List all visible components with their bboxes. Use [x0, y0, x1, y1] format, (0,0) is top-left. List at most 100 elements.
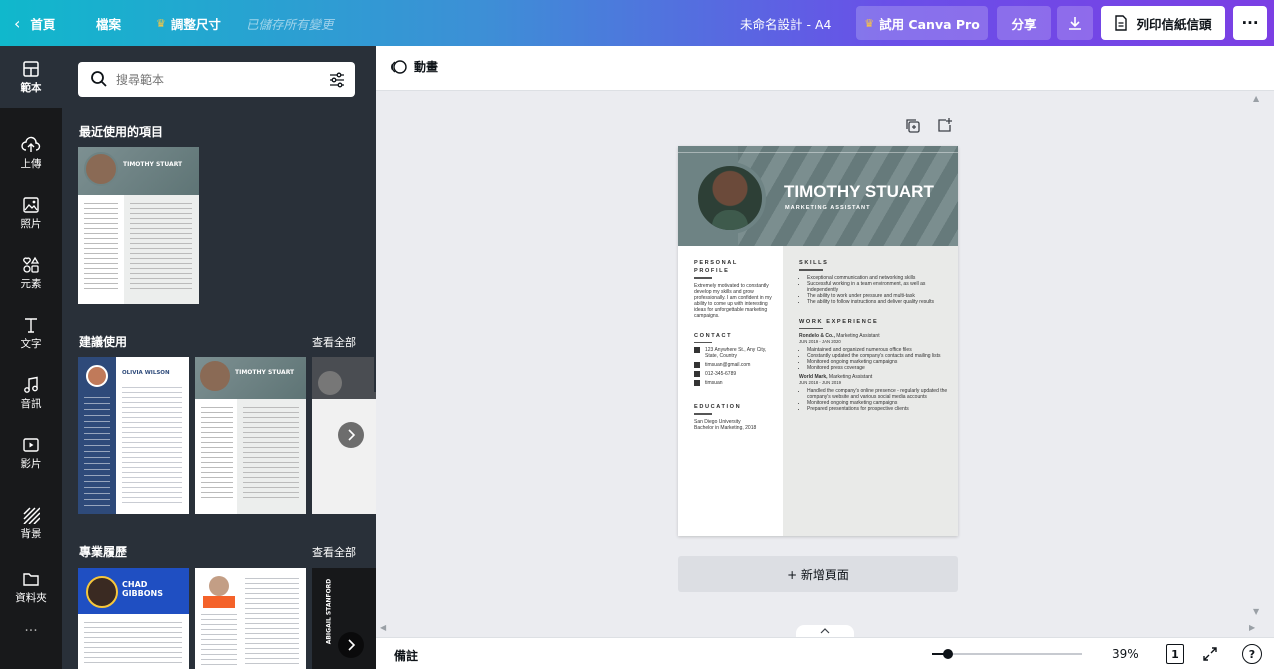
job-bullets: Handled the company's online presence - … — [799, 388, 949, 412]
home-button[interactable]: ‹ 首頁 — [14, 0, 55, 46]
animate-button[interactable]: 動畫 — [390, 58, 438, 75]
avatar-body — [712, 210, 748, 230]
contact-address: 123 Anywhere St., Any City, State, Count… — [694, 347, 776, 359]
fullscreen-icon[interactable] — [1202, 646, 1218, 662]
crown-icon: ♛ — [156, 16, 166, 30]
resume-page[interactable]: TIMOTHY STUART MARKETING ASSISTANT PERSO… — [678, 146, 958, 536]
thumb-lines — [130, 203, 192, 293]
duplicate-page-icon[interactable] — [905, 118, 921, 134]
help-icon: ? — [1248, 647, 1256, 661]
rail-label: 音訊 — [20, 397, 42, 410]
expand-notes-tab[interactable] — [796, 625, 854, 637]
profile-heading-2: PROFILE — [694, 268, 730, 274]
contact-linkedin: timsuan — [694, 380, 776, 386]
zoom-value[interactable]: 39% — [1112, 647, 1139, 661]
pro-see-all[interactable]: 查看全部 — [312, 544, 356, 560]
scroll-right-arrow[interactable]: ▶ — [1249, 623, 1255, 632]
page-count-button[interactable]: 1 — [1166, 644, 1184, 664]
download-button[interactable] — [1057, 6, 1093, 40]
thumb-name: OLIVIA WILSON — [122, 370, 170, 376]
linkedin-icon — [694, 380, 700, 386]
heading-underline — [694, 341, 712, 343]
top-bar: ‹ 首頁 檔案 ♛ 調整尺寸 已儲存所有變更 未命名設計 - A4 ♛ 試用 C… — [0, 0, 1274, 46]
heading-underline — [694, 277, 712, 279]
more-options-button[interactable]: ··· — [1233, 6, 1267, 40]
skill-item: The ability to follow instructions and d… — [807, 299, 949, 305]
help-button[interactable]: ? — [1242, 644, 1262, 664]
avatar — [86, 576, 118, 608]
contact-heading: CONTACT — [694, 332, 733, 339]
try-pro-button[interactable]: ♛ 試用 Canva Pro — [856, 6, 988, 40]
rail-label: 文字 — [20, 337, 42, 350]
scroll-down-arrow[interactable]: ▼ — [1253, 607, 1259, 616]
template-thumb-chad[interactable]: CHAD GIBBONS — [78, 568, 189, 669]
document-title[interactable]: 未命名設計 - A4 — [740, 0, 831, 46]
home-label: 首頁 — [30, 16, 56, 32]
job-bullets: Maintained and organized numerous office… — [799, 347, 949, 371]
thumb-lines — [201, 407, 233, 502]
suggested-next-button[interactable] — [338, 422, 364, 448]
notes-button[interactable]: 備註 — [394, 647, 418, 664]
contact-phone: 012-345-6789 — [694, 371, 776, 377]
rail-item-audio[interactable]: 音訊 — [0, 362, 62, 424]
resume-right-content: SKILLS Exceptional communication and net… — [799, 260, 949, 412]
elements-icon — [23, 256, 40, 273]
avatar — [318, 371, 342, 395]
suggested-see-all[interactable]: 查看全部 — [312, 334, 356, 350]
print-letterhead-button[interactable]: 列印信紙信頭 — [1101, 6, 1225, 40]
scroll-left-arrow[interactable]: ◀ — [380, 623, 386, 632]
vertical-scrollbar[interactable] — [1264, 91, 1274, 625]
add-page-button[interactable]: + 新增頁面 — [678, 556, 958, 592]
recent-template-thumb[interactable]: TIMOTHY STUART — [78, 147, 199, 304]
search-input[interactable] — [116, 69, 316, 91]
work-heading: WORK EXPERIENCE — [799, 318, 879, 325]
rail-item-photos[interactable]: 照片 — [0, 182, 62, 244]
rail-more-button[interactable]: ··· — [0, 616, 62, 646]
chevron-right-icon — [348, 429, 356, 441]
search-box[interactable] — [78, 62, 355, 97]
pro-next-button[interactable] — [338, 632, 364, 658]
thumb-lines — [84, 203, 118, 293]
print-label: 列印信紙信頭 — [1136, 16, 1212, 32]
rail-item-elements[interactable]: 元素 — [0, 242, 62, 304]
linkedin-text: timsuan — [705, 380, 723, 386]
rail-item-video[interactable]: 影片 — [0, 422, 62, 484]
upload-icon — [21, 136, 41, 152]
zoom-slider[interactable] — [932, 649, 1082, 659]
skills-heading: SKILLS — [799, 260, 829, 266]
rail-label: 影片 — [20, 457, 42, 470]
share-button[interactable]: 分享 — [997, 6, 1051, 40]
rail-label: 資料夾 — [15, 591, 47, 604]
rail-item-uploads[interactable]: 上傳 — [0, 122, 62, 184]
rail-label: 上傳 — [20, 157, 42, 170]
chevron-up-icon — [820, 628, 830, 634]
rail-item-background[interactable]: 背景 — [0, 492, 62, 554]
music-icon — [24, 376, 38, 393]
templates-panel: 最近使用的項目 TIMOTHY STUART 建議使用 查看全部 OLIVIA … — [62, 46, 376, 669]
phone-text: 012-345-6789 — [705, 371, 737, 377]
resize-button[interactable]: ♛ 調整尺寸 — [156, 0, 221, 46]
zoom-slider-thumb[interactable] — [942, 649, 953, 659]
template-thumb-olivia[interactable]: OLIVIA WILSON — [78, 357, 189, 514]
scroll-up-arrow[interactable]: ▲ — [1253, 94, 1259, 103]
thumb-badge — [203, 596, 235, 608]
resume-divider-line — [678, 152, 958, 153]
add-page-icon[interactable] — [937, 117, 953, 133]
pro-resume-title: 專業履歷 — [79, 545, 128, 559]
file-menu[interactable]: 檔案 — [96, 0, 121, 46]
heading-underline — [799, 327, 823, 329]
filter-icon[interactable] — [328, 71, 346, 89]
resume-left-column: PERSONAL PROFILE Extremely motivated to … — [694, 260, 776, 431]
rail-item-templates[interactable]: 範本 — [0, 46, 62, 108]
address-text: 123 Anywhere St., Any City, State, Count… — [705, 347, 767, 359]
job-dates: JUN 2018 - JUN 2019 — [799, 380, 842, 385]
thumb-lines — [243, 407, 299, 502]
skill-item: Successful working in a team environment… — [807, 281, 949, 293]
rail-item-text[interactable]: 文字 — [0, 302, 62, 364]
resume-name: TIMOTHY STUART — [784, 182, 934, 201]
email-icon — [694, 362, 700, 368]
template-thumb-orange[interactable] — [195, 568, 306, 669]
rail-item-folders[interactable]: 資料夾 — [0, 556, 62, 618]
background-icon — [23, 506, 40, 524]
template-thumb-timothy[interactable]: TIMOTHY STUART — [195, 357, 306, 514]
